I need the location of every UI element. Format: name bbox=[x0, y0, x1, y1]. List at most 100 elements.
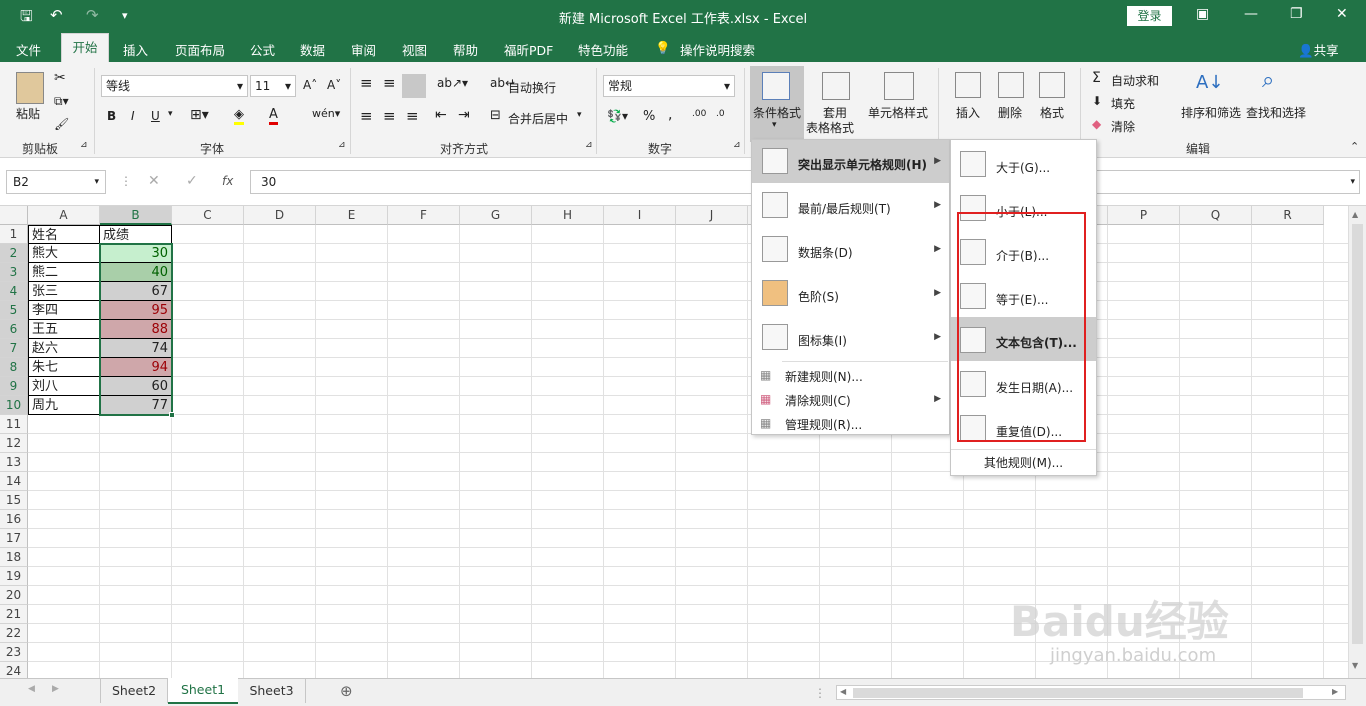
increase-indent-icon[interactable]: ⇥ bbox=[458, 107, 470, 123]
vertical-scrollbar[interactable]: ▲ ▼ bbox=[1348, 206, 1366, 678]
conditional-format-button[interactable]: 条件格式 ▾ bbox=[750, 66, 804, 142]
menu-item-top-bottom-rules[interactable]: 最前/最后规则(T) ▶ bbox=[752, 184, 949, 228]
align-left-icon[interactable]: ≡ bbox=[360, 107, 373, 125]
decrease-decimal-icon[interactable]: .0 bbox=[716, 109, 725, 119]
submenu-item-greater-than[interactable]: 大于(G)... bbox=[951, 143, 1096, 187]
menu-item-data-bars[interactable]: 数据条(D) ▶ bbox=[752, 228, 949, 272]
format-as-table-label-2[interactable]: 表格格式 bbox=[806, 119, 854, 136]
align-center-icon[interactable]: ≡ bbox=[383, 107, 396, 125]
number-launcher-icon[interactable]: ⊿ bbox=[733, 140, 741, 150]
column-header[interactable]: G bbox=[460, 206, 532, 225]
sheet-tab-sheet1[interactable]: Sheet1 bbox=[168, 678, 238, 704]
insert-function-button[interactable]: fx bbox=[222, 174, 233, 188]
row-header[interactable]: 1 bbox=[0, 225, 28, 244]
row-header[interactable]: 16 bbox=[0, 510, 28, 529]
border-icon[interactable]: ⊞▾ bbox=[190, 107, 209, 123]
scroll-thumb[interactable] bbox=[1352, 224, 1363, 644]
delete-cells-icon[interactable] bbox=[998, 72, 1024, 98]
row-header[interactable]: 14 bbox=[0, 472, 28, 491]
close-icon[interactable]: ✕ bbox=[1336, 6, 1348, 22]
ribbon-display-icon[interactable]: ▣ bbox=[1196, 6, 1209, 22]
increase-decimal-icon[interactable]: .00 bbox=[692, 109, 706, 119]
decrease-indent-icon[interactable]: ⇤ bbox=[435, 107, 447, 123]
row-header[interactable]: 11 bbox=[0, 415, 28, 434]
bold-button[interactable]: B bbox=[107, 109, 116, 123]
comma-button[interactable]: , bbox=[668, 107, 672, 123]
fill-button[interactable]: 填充 bbox=[1111, 95, 1135, 112]
fill-handle[interactable] bbox=[169, 412, 175, 418]
scroll-down-icon[interactable]: ▼ bbox=[1352, 661, 1358, 670]
font-launcher-icon[interactable]: ⊿ bbox=[338, 140, 346, 150]
row-header[interactable]: 10 bbox=[0, 396, 28, 415]
clipboard-launcher-icon[interactable]: ⊿ bbox=[80, 140, 88, 150]
sort-filter-icon[interactable]: A↓ bbox=[1196, 72, 1223, 93]
menu-item-highlight-rules[interactable]: 突出显示单元格规则(H) ▶ bbox=[752, 140, 949, 184]
name-box[interactable]: B2 ▾ bbox=[6, 170, 106, 194]
chevron-down-icon[interactable]: ▾ bbox=[577, 110, 582, 120]
tab-foxit-pdf[interactable]: 福昕PDF bbox=[504, 40, 553, 59]
cell-name[interactable]: 赵六 bbox=[28, 339, 100, 358]
column-header[interactable]: R bbox=[1252, 206, 1324, 225]
cell-name[interactable]: 周九 bbox=[28, 396, 100, 415]
format-painter-icon[interactable]: 🖌 bbox=[54, 117, 69, 131]
row-header[interactable]: 5 bbox=[0, 301, 28, 320]
next-sheet-icon[interactable]: ▶ bbox=[52, 684, 59, 694]
row-header[interactable]: 7 bbox=[0, 339, 28, 358]
increase-font-icon[interactable]: A˄ bbox=[303, 78, 317, 92]
submenu-item-more-rules[interactable]: 其他规则(M)... bbox=[951, 452, 1096, 474]
row-header[interactable]: 18 bbox=[0, 548, 28, 567]
menu-item-manage-rules[interactable]: ▦ 管理规则(R)... bbox=[752, 412, 949, 436]
clear-button[interactable]: 清除 bbox=[1111, 118, 1135, 135]
column-header[interactable]: B bbox=[100, 206, 172, 225]
tab-help[interactable]: 帮助 bbox=[453, 40, 478, 59]
cell-name[interactable]: 朱七 bbox=[28, 358, 100, 377]
column-header[interactable]: E bbox=[316, 206, 388, 225]
cut-icon[interactable]: ✂ bbox=[54, 70, 66, 86]
merge-center-button[interactable]: 合并后居中 bbox=[508, 110, 568, 127]
minimize-icon[interactable]: — bbox=[1244, 6, 1258, 22]
scroll-thumb[interactable] bbox=[853, 688, 1303, 698]
login-button[interactable]: 登录 bbox=[1127, 6, 1172, 26]
alignment-launcher-icon[interactable]: ⊿ bbox=[585, 140, 593, 150]
column-header[interactable]: F bbox=[388, 206, 460, 225]
format-as-table-icon[interactable] bbox=[822, 72, 850, 100]
column-header[interactable]: J bbox=[676, 206, 748, 225]
row-header[interactable]: 9 bbox=[0, 377, 28, 396]
insert-cells-button[interactable]: 插入 bbox=[956, 104, 980, 121]
align-right-icon[interactable]: ≡ bbox=[406, 107, 419, 125]
paste-icon[interactable] bbox=[16, 72, 44, 104]
menu-item-new-rule[interactable]: ▦ 新建规则(N)... bbox=[752, 364, 949, 388]
menu-item-clear-rules[interactable]: ▦ 清除规则(C) ▶ bbox=[752, 388, 949, 412]
row-header[interactable]: 12 bbox=[0, 434, 28, 453]
font-name-select[interactable]: 等线 ▾ bbox=[101, 75, 248, 97]
tab-data[interactable]: 数据 bbox=[300, 40, 325, 59]
column-header[interactable]: D bbox=[244, 206, 316, 225]
tab-review[interactable]: 审阅 bbox=[351, 40, 376, 59]
scroll-left-icon[interactable]: ◀ bbox=[840, 687, 846, 696]
add-sheet-icon[interactable]: ⊕ bbox=[340, 682, 353, 700]
autosum-icon[interactable]: Σ bbox=[1092, 70, 1101, 86]
cancel-icon[interactable]: ✕ bbox=[148, 173, 160, 189]
phonetic-icon[interactable]: wén▾ bbox=[312, 107, 340, 120]
percent-button[interactable]: % bbox=[643, 109, 655, 124]
menu-item-icon-sets[interactable]: 图标集(I) ▶ bbox=[752, 316, 949, 360]
bottom-align-icon[interactable] bbox=[402, 74, 426, 98]
chevron-down-icon[interactable]: ▾ bbox=[168, 109, 173, 119]
menu-item-color-scales[interactable]: 色阶(S) ▶ bbox=[752, 272, 949, 316]
delete-cells-button[interactable]: 删除 bbox=[998, 104, 1022, 121]
tab-home[interactable]: 开始 bbox=[61, 33, 109, 63]
column-header[interactable]: I bbox=[604, 206, 676, 225]
sheet-tab-sheet3[interactable]: Sheet3 bbox=[238, 679, 306, 703]
share-button[interactable]: 👤共享 bbox=[1298, 40, 1339, 59]
fill-color-icon[interactable]: ◈ bbox=[234, 107, 244, 125]
format-cells-icon[interactable] bbox=[1039, 72, 1065, 98]
search-icon[interactable]: ⌕ bbox=[1262, 68, 1274, 93]
row-header[interactable]: 24 bbox=[0, 662, 28, 678]
decrease-font-icon[interactable]: A˅ bbox=[327, 78, 341, 92]
autosum-button[interactable]: 自动求和 bbox=[1111, 72, 1159, 89]
italic-button[interactable]: I bbox=[131, 109, 135, 123]
row-header[interactable]: 3 bbox=[0, 263, 28, 282]
confirm-icon[interactable]: ✓ bbox=[186, 173, 198, 189]
cell-styles-icon[interactable] bbox=[884, 72, 914, 100]
row-header[interactable]: 15 bbox=[0, 491, 28, 510]
